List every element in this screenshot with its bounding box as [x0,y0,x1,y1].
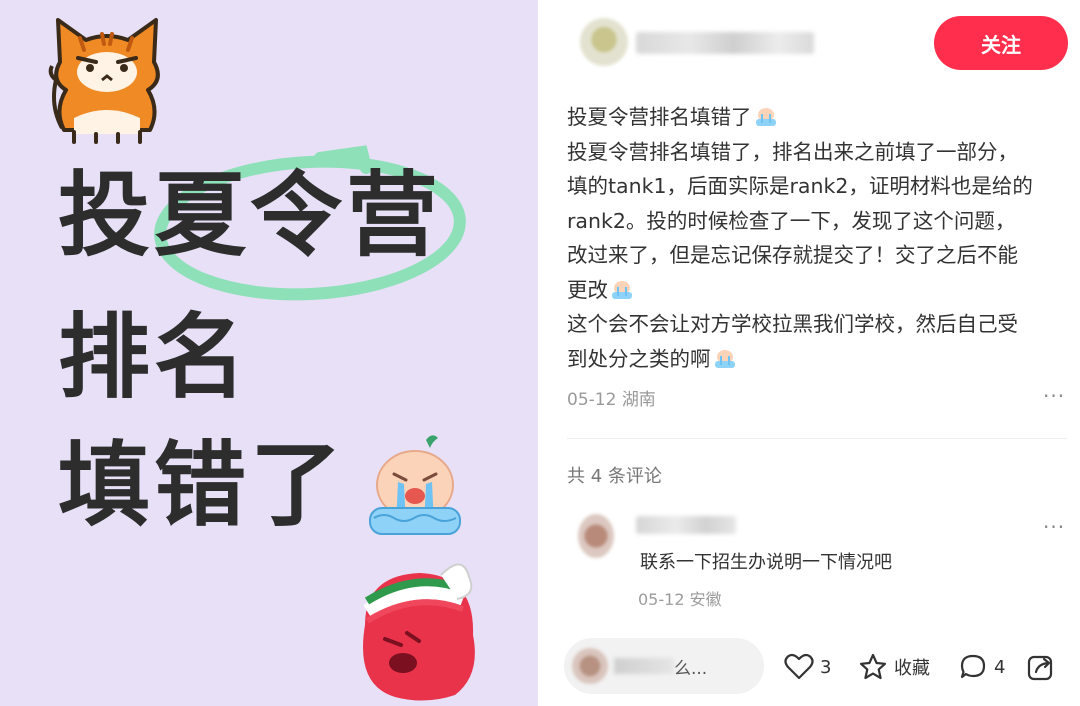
comment-text: 联系一下招生办说明一下情况吧 [640,552,892,573]
headline-line-3: 填错了 [58,432,347,539]
crying-emoji-icon [369,435,461,535]
post-image[interactable]: 投夏令营 排名 填错了 [0,0,538,706]
crying-emoji-icon [755,108,776,126]
divider [567,438,1067,439]
share-button[interactable] [1026,648,1062,686]
input-placeholder: 么... [674,658,708,679]
star-icon [859,653,887,680]
author-name-blurred[interactable] [636,32,814,54]
follow-button[interactable]: 关注 [934,16,1068,70]
sick-emoji-icon [363,563,475,701]
post-date: 05-12 [567,390,617,410]
crying-emoji-icon [612,280,632,299]
post-title-line: 投夏令营排名填错了 [567,100,1072,135]
heart-icon [784,653,814,680]
comment-bubble-icon [960,654,986,679]
post-line: 到处分之类的啊 [567,342,1072,377]
post-meta: 05-12 湖南 [567,385,656,410]
cat-sticker-icon [48,18,160,144]
author-avatar[interactable] [580,18,628,66]
post-line: 更改 [567,273,1072,308]
comment-count: 4 [994,656,1006,678]
post-more-icon[interactable]: ··· [1043,384,1065,408]
post-line: 这个会不会让对方学校拉黑我们学校，然后自己受 [567,312,1018,336]
headline-line-1: 投夏令营 [58,162,443,269]
favorite-label: 收藏 [894,658,930,679]
post-line: rank2。投的时候检查了一下，发现了这个问题， [567,208,1016,233]
post-location: 湖南 [621,390,656,410]
commenter-name-blurred[interactable] [636,516,736,534]
headline-line-2: 排名 [58,304,251,411]
my-avatar [572,648,608,684]
post-content: 投夏令营排名填错了 投夏令营排名填错了，排名出来之前填了一部分， 填的tank1… [567,100,1072,376]
commenter-avatar[interactable] [578,514,614,558]
comment-more-icon[interactable]: ··· [1043,515,1065,539]
post-line: 填的tank1，后面实际是rank2，证明材料也是给的 [567,174,1033,198]
like-button[interactable]: 3 [784,648,831,686]
post-line: 投夏令营排名填错了，排名出来之前填了一部分， [567,139,1018,164]
input-placeholder-blurred [614,658,674,674]
like-count: 3 [820,656,832,678]
share-icon [1027,655,1053,681]
comment-button[interactable]: 4 [958,648,1005,686]
crying-emoji-icon [714,349,735,368]
post-panel: 关注 投夏令营排名填错了 投夏令营排名填错了，排名出来之前填了一部分， 填的ta… [538,0,1080,706]
comment-input[interactable]: 么... [564,638,764,694]
comment-count-label: 共 4 条评论 [567,466,662,487]
scroll-fade [538,600,1080,640]
favorite-button[interactable]: 收藏 [858,648,930,686]
post-line: 改过来了，但是忘记保存就提交了！交了之后不能 [567,243,1018,267]
